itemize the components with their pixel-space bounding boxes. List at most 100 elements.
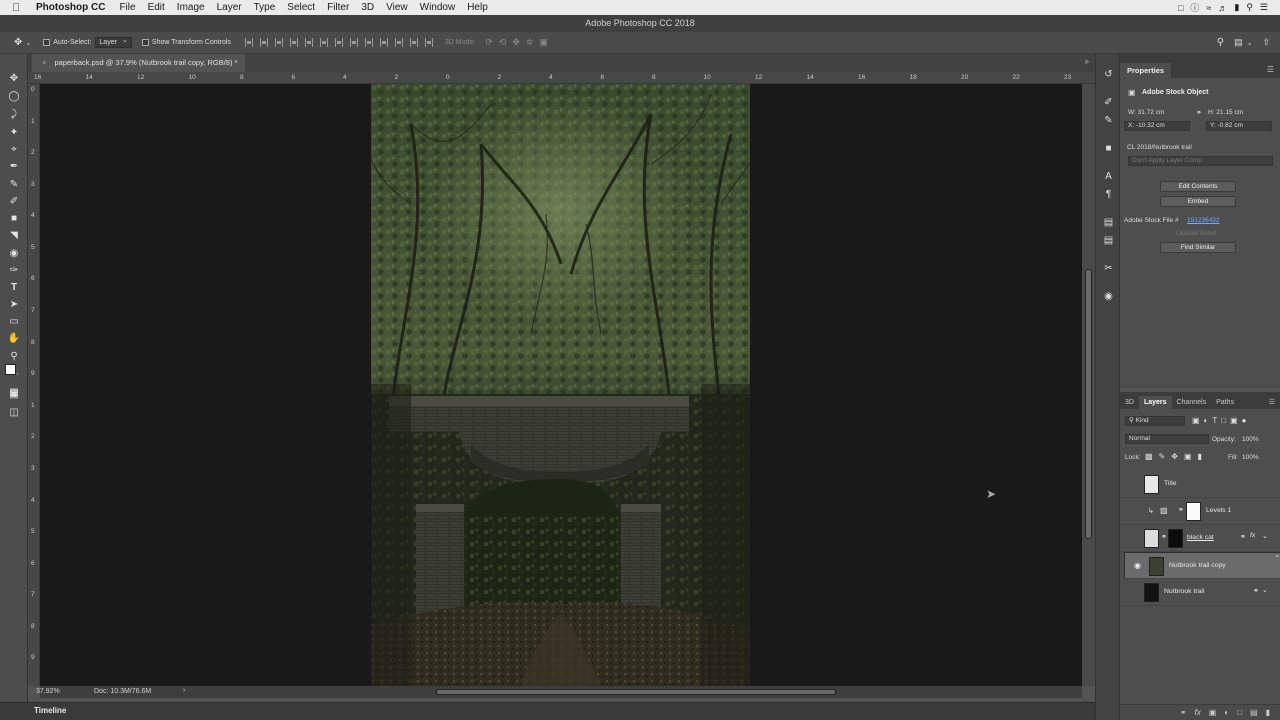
distribute-top-icon[interactable] [334,38,343,47]
menu-select[interactable]: Select [287,2,315,13]
apple-icon[interactable]:  [12,2,26,14]
layer-filter-select[interactable]: ⚲ Kind [1125,416,1185,426]
canvas-area[interactable] [40,84,1082,686]
layer-comp-select[interactable]: Don't Apply Layer Comp [1128,156,1273,166]
align-bottom-icon[interactable] [274,38,283,47]
zoom-level[interactable]: 37.92% [36,688,60,695]
layer-mask-thumbnail[interactable] [1168,529,1183,548]
adjustment-layer-icon[interactable]: ◐ [1224,708,1229,717]
layer-name[interactable]: Title [1164,480,1177,487]
distribute-left-icon[interactable] [379,38,388,47]
stamp-tool-icon[interactable]: ■ [6,212,22,225]
auto-select-checkbox[interactable] [43,39,51,46]
filter-type-icons[interactable]: ▣◐T□▣● [1192,416,1251,425]
distribute-hcenter-icon[interactable] [394,38,403,47]
tab-paths[interactable]: Paths [1211,396,1239,409]
libraries-icon[interactable]: ▤ [1101,216,1116,230]
dodge-tool-icon[interactable]: ◉ [6,247,22,260]
path-select-tool-icon[interactable]: ➤ [6,298,22,311]
type-tool-icon[interactable]: T [6,281,22,294]
close-tab-icon[interactable]: × [42,58,46,67]
timeline-panel[interactable]: Timeline [0,702,1095,720]
align-vcenter-icon[interactable] [259,38,268,47]
hand-tool-icon[interactable]: ✋ [6,332,22,345]
status-menu-icon[interactable]: › [183,687,185,694]
vertical-scroll-thumb[interactable] [1085,269,1092,539]
workspace-icon[interactable]: ▤ [1234,37,1243,48]
distribute-vcenter-icon[interactable] [349,38,358,47]
search-icon[interactable]: ⚲ [1246,2,1253,13]
history-icon[interactable]: ↺ [1101,68,1116,82]
move-tool-icon[interactable]: ✥ [6,72,22,85]
properties-title[interactable]: Properties [1120,63,1172,78]
layer-name[interactable]: Levels 1 [1206,507,1231,514]
quick-mask-icon[interactable]: ▣ [6,388,22,401]
screen-mode-icon[interactable]: ◫ [6,406,22,419]
fill-value[interactable]: 100% [1242,454,1259,461]
eraser-tool-icon[interactable]: ◥ [6,229,22,242]
zoom-tool-icon[interactable]: ⚲ [6,350,22,363]
tab-layers[interactable]: Layers [1138,396,1172,409]
panel-collapse-icon[interactable]: » [1085,57,1089,66]
dropbox-icon[interactable]: □ [1178,3,1183,13]
rectangle-tool-icon[interactable]: ▭ [6,315,22,328]
width-value[interactable]: W: 31.72 cm [1128,109,1164,116]
add-style-button[interactable]: fx [1195,708,1201,717]
embed-button[interactable]: Embed [1160,196,1236,207]
tab-3d[interactable]: 3D [1120,396,1139,409]
lasso-tool-icon[interactable]: ⤸ [6,108,22,121]
blend-mode-select[interactable]: Normal [1125,434,1209,444]
healing-brush-tool-icon[interactable]: ✎ [6,178,22,191]
tool-preset-dropdown[interactable]: ⌄ [25,39,31,47]
panel-menu-icon[interactable]: ☰ [1267,65,1274,74]
vertical-scrollbar[interactable] [1082,84,1095,686]
document-image[interactable] [371,84,750,686]
lock-icons[interactable]: ▩✎✥▣▮ [1145,452,1208,461]
wifi-icon[interactable]: ≈ [1206,3,1211,13]
layer-name[interactable]: Nutbrook trail copy [1169,562,1226,569]
visibility-eye-icon[interactable]: ◉ [1134,561,1141,570]
clone-source-icon[interactable]: ■ [1101,142,1116,156]
share-icon[interactable]: ⇧ [1262,37,1270,48]
eyedropper-tool-icon[interactable]: ✒ [6,160,22,173]
auto-select-dropdown[interactable]: Layer [95,36,132,48]
new-layer-icon[interactable]: ▤ [1250,708,1258,717]
brush-tool-icon[interactable]: ✐ [6,195,22,208]
creative-cloud-icon[interactable]: ◉ [1101,290,1116,304]
layer-row-selected[interactable]: ◉ Nutbrook trail copy [1124,551,1280,579]
battery-icon[interactable]: ▮ [1234,2,1239,13]
add-mask-icon[interactable]: ▣ [1209,708,1217,717]
smart-filter-icon[interactable]: ⚭ [1240,533,1246,541]
menu-view[interactable]: View [386,2,408,13]
panel-menu-icon[interactable]: ☰ [1264,395,1280,409]
list-icon[interactable]: ☰ [1260,2,1268,13]
layer-name[interactable]: Nutbrook trail [1164,588,1204,595]
distribute-bottom-icon[interactable] [364,38,373,47]
brushes-icon[interactable]: ✎ [1101,114,1116,128]
tools-icon[interactable]: ✂ [1101,262,1116,276]
find-similar-button[interactable]: Find Similar [1160,242,1236,253]
document-tab[interactable]: × paperback.psd @ 37.9% (Nutbrook trail … [32,54,246,72]
fx-icon[interactable]: fx [1250,532,1255,539]
menu-image[interactable]: Image [177,2,205,13]
layer-name[interactable]: black cat [1187,534,1214,541]
pen-tool-icon[interactable]: ✑ [6,264,22,277]
layer-mask-thumbnail[interactable] [1186,502,1201,521]
link-icon[interactable]: ⚭ [1196,109,1202,117]
align-hcenter-icon[interactable] [304,38,313,47]
expand-icon[interactable]: ⌄ [1262,586,1268,594]
auto-align-icon[interactable] [424,38,433,47]
trash-icon[interactable]: ▮ [1266,708,1270,717]
align-right-icon[interactable] [319,38,328,47]
menu-window[interactable]: Window [420,2,456,13]
3d-mode-icons[interactable]: ⟳⟲✥✡▣ [485,37,554,48]
menu-help[interactable]: Help [467,2,488,13]
license-asset-button[interactable]: License Asset [1176,230,1216,237]
opacity-value[interactable]: 100% [1242,436,1259,443]
link-layers-icon[interactable]: ⚭ [1180,708,1187,717]
foreground-color-swatch[interactable] [5,364,16,375]
info-icon[interactable]: ⓘ [1190,1,1199,14]
menu-edit[interactable]: Edit [148,2,165,13]
move-tool-icon[interactable]: ✥ [14,37,22,48]
volume-icon[interactable]: ♬ [1218,3,1227,13]
